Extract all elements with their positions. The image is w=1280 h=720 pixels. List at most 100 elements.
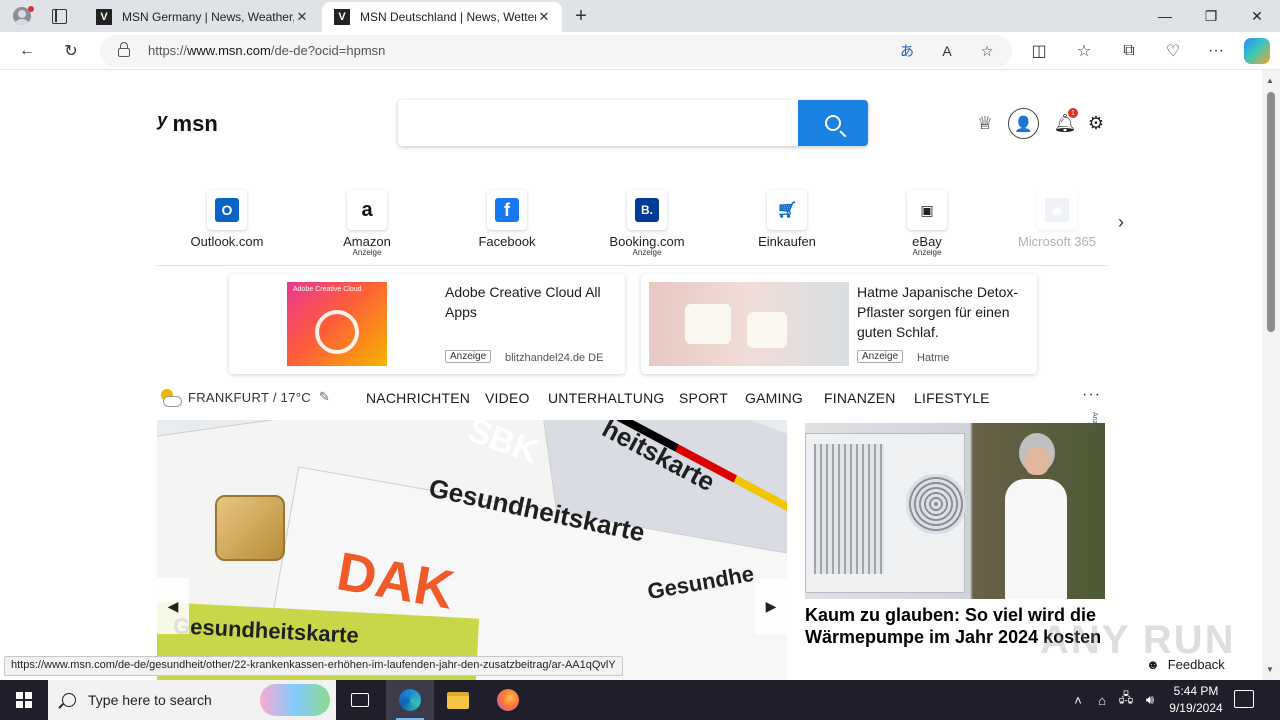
folder-icon	[447, 691, 469, 709]
taskbar-file-explorer[interactable]	[434, 680, 482, 720]
msn-butterfly-icon: ʸ	[156, 108, 167, 138]
favorites-icon[interactable]: ☆	[1071, 38, 1097, 64]
weather-widget[interactable]: FRANKFURT / 17°C ✎	[158, 388, 330, 407]
quick-link-ebay[interactable]: ▣ eBay Anzeige	[857, 190, 997, 257]
msn-logo[interactable]: ʸ msn	[156, 108, 218, 139]
browser-essentials-icon[interactable]: ♡	[1160, 38, 1186, 64]
maximize-button[interactable]: ❐	[1188, 0, 1234, 32]
settings-gear-icon[interactable]: ⚙	[1083, 110, 1109, 136]
tab-actions-icon[interactable]	[50, 7, 68, 25]
windows-taskbar: Type here to search ˄ ⌂ 🖧 🔊︎ 5:44 PM 9/1…	[0, 680, 1280, 720]
msn-icon: V	[334, 9, 350, 25]
nav-lifestyle[interactable]: LIFESTYLE	[914, 390, 990, 406]
split-screen-icon[interactable]: ◫	[1026, 38, 1052, 64]
tab-close-icon[interactable]: ✕	[536, 9, 552, 25]
search-icon	[62, 693, 76, 707]
nav-gaming[interactable]: GAMING	[745, 390, 803, 406]
minimize-button[interactable]: —	[1142, 0, 1188, 32]
more-dots-icon[interactable]: ···	[1082, 386, 1101, 404]
page-scrollbar[interactable]: ▲ ▼	[1262, 70, 1280, 680]
taskbar-search-box[interactable]: Type here to search	[48, 680, 336, 720]
ad-source: Hatme	[917, 352, 950, 364]
shopping-cart-icon: 🛒︎	[775, 198, 799, 222]
outlook-icon: O	[215, 198, 239, 222]
ad-badge: Anzeige	[445, 350, 492, 363]
scroll-down-arrow-icon[interactable]: ▼	[1266, 665, 1274, 674]
url-text[interactable]: https://www.msn.com/de-de?ocid=hpmsn	[148, 43, 385, 58]
carousel-next-icon[interactable]: ▶	[755, 578, 787, 634]
hero-story-image[interactable]: SBK Gesundheitskarte heitskarte DAK Gesu…	[157, 420, 787, 680]
quick-link-outlook[interactable]: O Outlook.com	[157, 190, 297, 249]
ebay-icon: ▣	[915, 198, 939, 222]
carousel-prev-icon[interactable]: ◀	[157, 578, 189, 634]
clock-time: 5:44 PM	[1173, 684, 1219, 698]
weather-text: FRANKFURT / 17°C	[188, 389, 311, 405]
quick-link-amazon[interactable]: a Amazon Anzeige	[297, 190, 437, 257]
start-button[interactable]	[0, 680, 48, 720]
edit-location-pencil-icon[interactable]: ✎	[319, 389, 330, 405]
tab-msn-deutschland[interactable]: V MSN Deutschland | News, Wetter ✕	[322, 2, 562, 32]
address-bar[interactable]: https://www.msn.com/de-de?ocid=hpmsn あ A…	[100, 35, 1012, 67]
ad-badge: Anzeige	[857, 350, 904, 363]
microsoft-365-icon: ◉	[1045, 198, 1069, 222]
network-icon[interactable]: 🖧	[1116, 680, 1136, 720]
tray-chevron-up-icon[interactable]: ˄	[1068, 680, 1088, 720]
firefox-icon	[497, 689, 519, 711]
quick-link-facebook[interactable]: f Facebook	[437, 190, 577, 249]
nav-unterhaltung[interactable]: UNTERHALTUNG	[548, 390, 664, 406]
sim-chip-graphic	[215, 495, 285, 561]
translate-icon[interactable]: あ	[896, 40, 918, 62]
task-view-icon	[351, 693, 369, 707]
tray-device-icon[interactable]: ⌂	[1092, 680, 1112, 720]
read-aloud-icon[interactable]: A	[936, 40, 958, 62]
booking-icon: B.	[635, 198, 659, 222]
quick-link-booking[interactable]: B. Booking.com Anzeige	[577, 190, 717, 257]
tab-title: MSN Germany | News, Weather,	[122, 10, 294, 24]
search-input[interactable]	[398, 100, 798, 146]
profile-button[interactable]	[8, 4, 36, 28]
browser-toolbar: ← ↻ https://www.msn.com/de-de?ocid=hpmsn…	[0, 32, 1280, 70]
tab-msn-germany[interactable]: V MSN Germany | News, Weather, ✕	[84, 2, 320, 32]
taskbar-clock[interactable]: 5:44 PM 9/19/2024	[1160, 683, 1232, 717]
search-button[interactable]	[798, 100, 868, 146]
close-window-button[interactable]: ✕	[1234, 0, 1280, 32]
rewards-trophy-icon[interactable]: ♕	[972, 110, 998, 136]
quick-link-einkaufen[interactable]: 🛒︎ Einkaufen	[717, 190, 857, 249]
taskbar-edge[interactable]	[386, 680, 434, 720]
collections-icon[interactable]: ⧉	[1116, 38, 1142, 64]
facebook-icon: f	[495, 198, 519, 222]
tab-close-icon[interactable]: ✕	[294, 9, 310, 25]
favorite-star-icon[interactable]: ☆	[976, 40, 998, 62]
taskbar-search-placeholder: Type here to search	[88, 692, 212, 708]
taskbar-firefox[interactable]	[484, 680, 532, 720]
nav-nachrichten[interactable]: NACHRICHTEN	[366, 390, 470, 406]
refresh-icon[interactable]: ↻	[58, 38, 84, 64]
ad-label-vertical: Anzeige	[1091, 412, 1098, 438]
nav-finanzen[interactable]: FINANZEN	[824, 390, 896, 406]
detox-pad-ad-image	[649, 282, 849, 366]
quick-link-microsoft-365[interactable]: ◉ Microsoft 365	[997, 190, 1117, 249]
task-view-button[interactable]	[336, 680, 384, 720]
volume-icon[interactable]: 🔊︎	[1140, 680, 1160, 720]
lock-icon[interactable]	[118, 42, 130, 57]
search-box	[398, 100, 868, 146]
nav-video[interactable]: VIDEO	[485, 390, 530, 406]
ad-card-hatme[interactable]: Hatme Japanische Detox-Pflaster sorgen f…	[641, 274, 1037, 374]
search-highlight-art	[260, 684, 330, 716]
feedback-button[interactable]: ☻ Feedback	[1134, 650, 1238, 678]
quick-links-next-chevron-icon[interactable]: ›	[1118, 212, 1124, 233]
scrollbar-thumb[interactable]	[1267, 92, 1275, 332]
ad-card-adobe[interactable]: Adobe Creative Cloud Adobe Creative Clou…	[229, 274, 625, 374]
notification-center-icon[interactable]	[1234, 690, 1254, 708]
more-menu-icon[interactable]: ···	[1203, 38, 1229, 64]
edge-icon	[399, 689, 421, 711]
tab-title: MSN Deutschland | News, Wetter	[360, 10, 536, 24]
scroll-up-arrow-icon[interactable]: ▲	[1266, 76, 1274, 85]
nav-sport[interactable]: SPORT	[679, 390, 728, 406]
copilot-icon[interactable]	[1244, 38, 1270, 64]
sign-in-avatar-icon[interactable]: 👤	[1008, 108, 1039, 139]
new-tab-button[interactable]: +	[570, 5, 592, 27]
feedback-person-icon: ☻	[1146, 656, 1160, 672]
back-arrow-icon[interactable]: ←	[14, 38, 40, 64]
adobe-ad-image: Adobe Creative Cloud	[287, 282, 387, 366]
